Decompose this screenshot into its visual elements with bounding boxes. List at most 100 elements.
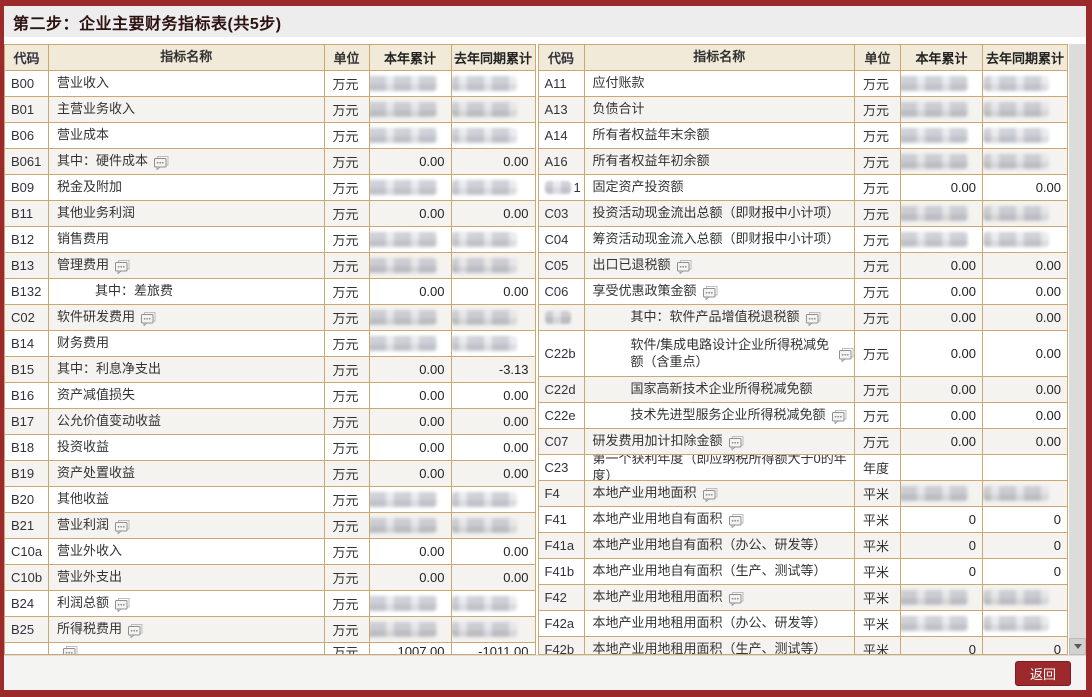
previous-value-cell: 0.00 [452, 409, 535, 434]
previous-value-cell: -1011.00 [452, 643, 535, 655]
redacted-value [901, 102, 968, 117]
indicator-name: 本地产业用地租用面积（办公、研发等） [593, 615, 827, 631]
table-row: B00营业收入万元 [5, 71, 535, 97]
previous-value-cell [983, 611, 1067, 636]
table-row: 1固定资产投资额万元0.000.00 [539, 175, 1068, 201]
comment-icon[interactable] [729, 514, 744, 528]
comment-icon[interactable] [141, 312, 156, 326]
footer-bar: 返回 [4, 655, 1086, 690]
code-cell: B13 [5, 253, 49, 278]
unit-cell: 万元 [325, 201, 370, 226]
current-value-cell [370, 487, 452, 512]
previous-value-cell [452, 513, 535, 538]
previous-value-cell [983, 71, 1067, 96]
code-cell: B12 [5, 227, 49, 252]
unit-cell: 万元 [325, 331, 370, 356]
code-cell: C02 [5, 305, 49, 330]
indicator-name: 主营业务收入 [57, 101, 135, 117]
indicator-name: 资产减值损失 [57, 387, 135, 403]
column-header-name: 指标名称 [49, 45, 325, 70]
table-row: B16资产减值损失万元0.000.00 [5, 383, 535, 409]
back-button[interactable]: 返回 [1015, 661, 1071, 686]
current-value-cell [901, 149, 983, 174]
indicator-name-cell: 公允价值变动收益 [49, 409, 325, 434]
unit-cell: 万元 [325, 487, 370, 512]
code-cell: F41a [539, 533, 585, 558]
comment-icon[interactable] [115, 520, 130, 534]
current-value-cell: 1007.00 [370, 643, 452, 655]
current-value-cell: 0.00 [370, 409, 452, 434]
previous-value-cell: 0.00 [452, 565, 535, 590]
unit-cell: 万元 [325, 253, 370, 278]
indicator-name: 财务费用 [57, 335, 109, 351]
indicator-name-cell: 本地产业用地租用面积 [585, 585, 856, 610]
title-bar: 第二步：企业主要财务指标表(共5步) [4, 6, 1086, 37]
comment-icon[interactable] [729, 436, 744, 450]
redacted-value [370, 310, 437, 325]
redacted-value [370, 492, 437, 507]
indicator-name-cell: 营业外收入 [49, 539, 325, 564]
current-value-cell: 0.00 [370, 149, 452, 174]
comment-icon[interactable] [832, 410, 847, 424]
redacted-value [983, 76, 1049, 91]
financial-table-left: 代码指标名称单位本年累计去年同期累计B00营业收入万元B01主营业务收入万元B0… [4, 44, 536, 655]
scrollbar[interactable] [1069, 44, 1086, 655]
current-value-cell [370, 71, 452, 96]
current-value-cell: 0.00 [370, 357, 452, 382]
indicator-name: 固定资产投资额 [593, 179, 684, 195]
comment-icon[interactable] [806, 312, 821, 326]
previous-value-cell: 0.00 [983, 403, 1067, 428]
current-value-cell: 0.00 [901, 253, 983, 278]
comment-icon[interactable] [154, 156, 169, 170]
unit-cell: 万元 [325, 71, 370, 96]
comment-icon[interactable] [677, 260, 692, 274]
unit-cell: 万元 [855, 97, 901, 122]
current-value-cell [370, 253, 452, 278]
indicator-name-cell: 固定资产投资额 [585, 175, 856, 200]
indicator-name: 营业收入 [57, 75, 109, 91]
indicator-name: 软件研发费用 [57, 309, 135, 325]
comment-icon[interactable] [703, 286, 718, 300]
comment-icon[interactable] [729, 592, 744, 606]
code-cell: C06 [539, 279, 585, 304]
table-header-row: 代码指标名称单位本年累计去年同期累计 [539, 45, 1068, 71]
table-row: F42b本地产业用地租用面积（生产、测试等）平米00 [539, 637, 1068, 655]
indicator-name-cell: 享受优惠政策金额 [585, 279, 856, 304]
previous-value-cell [983, 123, 1067, 148]
current-value-cell [370, 591, 452, 616]
table-row: B13管理费用 万元 [5, 253, 535, 279]
code-cell: B17 [5, 409, 49, 434]
previous-value-cell: 0.00 [983, 377, 1067, 402]
indicator-name-cell: 利润总额 [49, 591, 325, 616]
table-row: F42本地产业用地租用面积 平米 [539, 585, 1068, 611]
unit-cell: 万元 [855, 331, 901, 376]
indicator-name-cell: 本地产业用地自有面积（生产、测试等） [585, 559, 856, 584]
indicator-name-cell: 第一个获利年度（即应纳税所得额大于0的年度） [585, 455, 856, 480]
previous-value-cell [983, 201, 1067, 226]
table-row: C22d国家高新技术企业所得税减免额万元0.000.00 [539, 377, 1068, 403]
unit-cell: 万元 [325, 305, 370, 330]
current-value-cell: 0.00 [370, 383, 452, 408]
table-row: A16所有者权益年初余额万元 [539, 149, 1068, 175]
code-cell: C22d [539, 377, 585, 402]
redacted-value [983, 616, 1049, 631]
indicator-name-cell: 销售费用 [49, 227, 325, 252]
code-cell: B24 [5, 591, 49, 616]
comment-icon[interactable] [63, 646, 78, 656]
redacted-value [901, 128, 968, 143]
comment-icon[interactable] [839, 348, 854, 362]
redacted-value [901, 154, 968, 169]
unit-cell: 万元 [325, 643, 370, 655]
redacted-value [452, 310, 517, 325]
redacted-value [370, 596, 437, 611]
indicator-name-cell: 筹资活动现金流入总额（即财报中小计项） [585, 227, 856, 252]
comment-icon[interactable] [115, 260, 130, 274]
comment-icon[interactable] [703, 488, 718, 502]
indicator-name: 负债合计 [593, 101, 645, 117]
table-row: 其中：软件产品增值税退税额 万元0.000.00 [539, 305, 1068, 331]
scroll-down-button[interactable] [1069, 638, 1086, 655]
page-title: 第二步：企业主要财务指标表(共5步) [13, 10, 282, 34]
comment-icon[interactable] [115, 598, 130, 612]
redacted-value [452, 76, 517, 91]
comment-icon[interactable] [128, 624, 143, 638]
